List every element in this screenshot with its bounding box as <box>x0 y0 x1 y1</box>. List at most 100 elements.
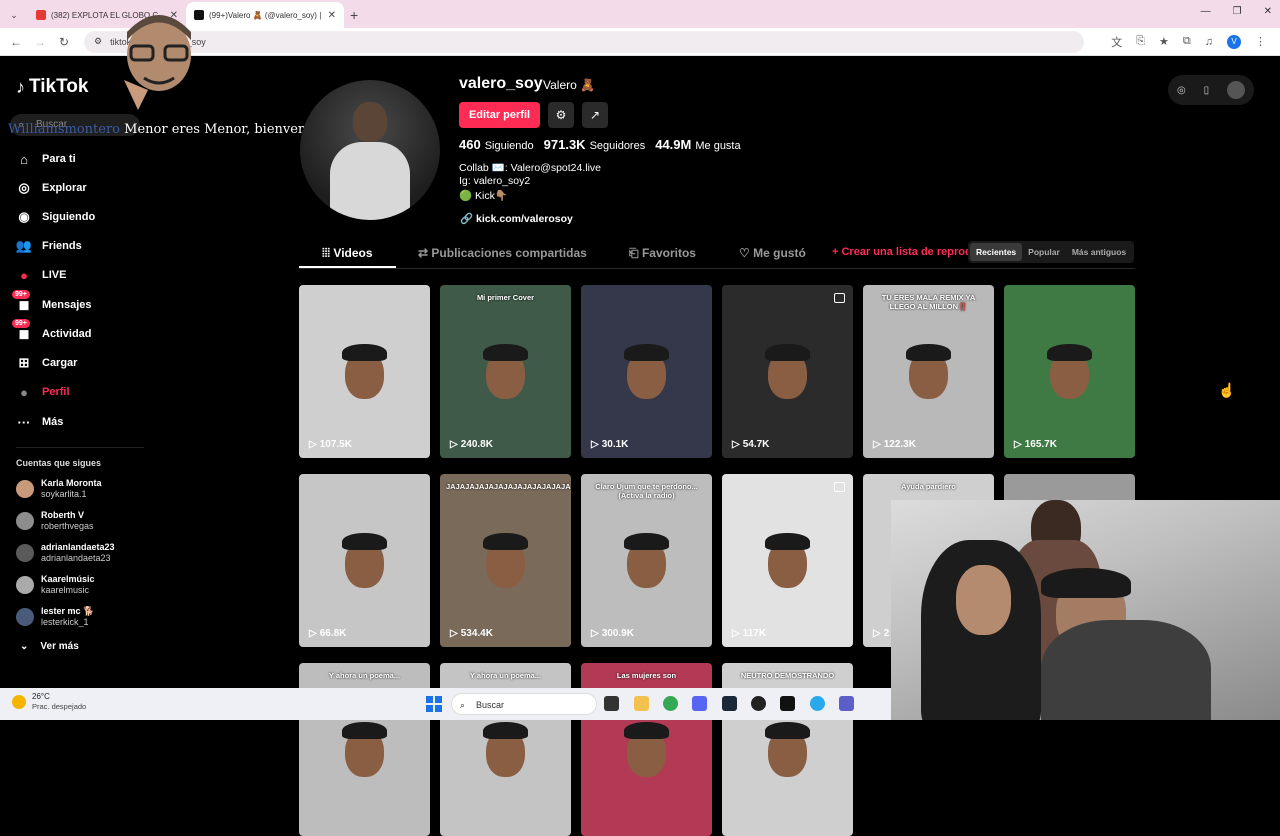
sidebar-item-siguiendo[interactable]: ◉ Siguiendo <box>16 209 95 225</box>
play-icon: ▷ <box>309 439 317 450</box>
windows-start-icon[interactable] <box>426 696 442 712</box>
discord-icon[interactable] <box>692 696 707 711</box>
cast-icon[interactable]: ⎘ <box>1136 35 1145 48</box>
tiktok-logo[interactable]: ♪ TikTok <box>16 76 88 98</box>
see-more-label: Ver más <box>40 641 79 652</box>
sidebar-item-para-ti[interactable]: ⌂ Para ti <box>16 151 76 167</box>
avatar <box>16 544 34 562</box>
followed-account[interactable]: adrianlandaeta23 adrianlandaeta23 <box>16 542 115 564</box>
sidebar-item-cargar[interactable]: ⊞ Cargar <box>16 355 78 371</box>
tab-list-chevron-icon[interactable]: ⌄ <box>0 2 28 28</box>
video-card[interactable]: ▷ 165.7K <box>1004 285 1135 458</box>
stat-value: 44.9M <box>655 137 692 152</box>
view-count: ▷ 66.8K <box>309 628 346 639</box>
sidebar-item-friends[interactable]: 👥 Friends <box>16 238 82 254</box>
see-more-button[interactable]: ⌄ Ver más <box>20 641 79 652</box>
messages-glyph: ◼ <box>18 297 30 312</box>
browser-profile-avatar[interactable]: V <box>1227 34 1241 49</box>
sidebar-item-actividad[interactable]: ◼ 99+ Actividad <box>12 319 92 342</box>
chevron-down-icon: ⌄ <box>20 641 29 652</box>
followed-account[interactable]: Roberth Vroberthvegas <box>16 510 94 532</box>
media-icon[interactable]: ♫ <box>1205 36 1213 48</box>
extension-icons: 文 ⎘ ★ ⧉ ♫ V ⋮ <box>1111 34 1280 50</box>
stat-following[interactable]: 460 Siguiendo <box>459 137 534 152</box>
telegram-icon[interactable] <box>810 696 825 711</box>
profile-avatar[interactable] <box>300 80 440 220</box>
video-card[interactable]: ▷ 66.8K <box>299 474 430 647</box>
search-icon: ⌕ <box>460 700 466 710</box>
share-icon[interactable]: ↗ <box>582 102 608 128</box>
new-tab-button[interactable]: + <box>350 2 358 28</box>
bookmark-star-icon[interactable]: ★ <box>1159 35 1169 48</box>
menu-icon[interactable]: ⋮ <box>1255 35 1266 48</box>
profile-icon: ● <box>20 384 28 400</box>
sidebar-item-perfil[interactable]: ● Perfil <box>16 384 70 400</box>
video-card[interactable]: ▷ 54.7K <box>722 285 853 458</box>
video-card[interactable]: ▷ 117K <box>722 474 853 647</box>
tab-shared-posts[interactable]: ⇄ Publicaciones compartidas <box>418 246 587 260</box>
view-count: ▷ 165.7K <box>1014 439 1057 450</box>
video-card[interactable]: ▷ 107.5K <box>299 285 430 458</box>
followed-account[interactable]: Kaarelmúsic kaarelmusic <box>16 574 95 596</box>
video-card[interactable]: JAJAJAJAJAJAJAJAJAJAJAJAJAJAJAJAJAJAJAJA… <box>440 474 571 647</box>
user-avatar-icon[interactable] <box>1227 81 1246 99</box>
sidebar-item-live[interactable]: ● LIVE <box>16 267 66 283</box>
sidebar-item-mas[interactable]: ··· Más <box>16 414 64 430</box>
sort-recent[interactable]: Recientes <box>970 243 1023 261</box>
weather-widget[interactable]: 26°C Prac. despejado <box>12 692 86 712</box>
coins-icon[interactable]: ◎ <box>1177 85 1186 96</box>
person-face <box>956 565 1011 635</box>
url-field[interactable]: ⚙ tiktok.com/@valero_soy <box>84 30 1084 53</box>
sort-popular[interactable]: Popular <box>1022 243 1066 261</box>
play-icon: ▷ <box>591 628 599 639</box>
reload-icon[interactable]: ↻ <box>52 35 76 49</box>
tiktok-app-icon[interactable] <box>780 696 795 711</box>
thumbnail-hair <box>483 343 528 362</box>
settings-icon[interactable]: ⚙ <box>548 102 574 128</box>
divider <box>16 447 144 448</box>
play-icon: ▷ <box>732 439 740 450</box>
restore-icon[interactable]: ❐ <box>1233 6 1242 17</box>
bio-link[interactable]: 🔗 kick.com/valerosoy <box>460 212 573 225</box>
task-view-icon[interactable] <box>604 696 619 711</box>
sidebar-item-label: Para ti <box>42 153 76 165</box>
video-caption: Y ahora un poema... <box>469 671 542 680</box>
site-info-icon[interactable]: ⚙ <box>94 36 102 47</box>
sort-oldest[interactable]: Más antiguos <box>1066 243 1132 261</box>
followed-account[interactable]: Karla Moronta soykarlita.1 <box>16 478 102 500</box>
view-count: ▷ 300.9K <box>591 628 634 639</box>
teams-icon[interactable] <box>839 696 854 711</box>
app-icon[interactable] <box>751 696 766 711</box>
minimize-icon[interactable]: — <box>1201 6 1211 17</box>
sidebar-item-label: Perfil <box>42 386 70 398</box>
stat-label: Me gusta <box>695 140 741 152</box>
tab-liked[interactable]: ♡ Me gustó <box>739 246 806 260</box>
tab-videos[interactable]: ⦙⦙⦙ Videos <box>322 246 373 261</box>
sidebar-item-explorar[interactable]: ◎ Explorar <box>16 180 86 196</box>
video-card[interactable]: Mi primer Cover ▷ 240.8K <box>440 285 571 458</box>
close-tab-icon[interactable]: ✕ <box>328 10 336 21</box>
stat-followers[interactable]: 971.3K Seguidores <box>544 137 646 152</box>
file-explorer-icon[interactable] <box>634 696 649 711</box>
translate-icon[interactable]: 文 <box>1111 34 1122 50</box>
account-user: lesterkick_1 <box>41 617 89 627</box>
person-body-2 <box>1041 620 1211 720</box>
chrome-icon[interactable] <box>663 696 678 711</box>
play-icon: ▷ <box>309 628 317 639</box>
video-card[interactable]: Claro Ujum que te perdono... (Activa la … <box>581 474 712 647</box>
extensions-icon[interactable]: ⧉ <box>1183 35 1191 48</box>
browser-tab-tiktok[interactable]: (99+)Valero 🧸 (@valero_soy) | ✕ <box>186 2 344 28</box>
steam-icon[interactable] <box>722 696 737 711</box>
taskbar-search-input[interactable]: ⌕ Buscar <box>451 693 597 715</box>
sidebar-item-mensajes[interactable]: ◼ 99+ Mensajes <box>12 290 92 313</box>
back-icon[interactable]: ← <box>4 35 28 49</box>
device-icon[interactable]: ▯ <box>1204 85 1210 96</box>
edit-profile-button[interactable]: Editar perfil <box>459 102 540 128</box>
video-card[interactable]: ▷ 30.1K <box>581 285 712 458</box>
forward-icon[interactable]: → <box>28 35 52 49</box>
close-window-icon[interactable]: ✕ <box>1264 6 1272 17</box>
followed-account[interactable]: lester mc 🐕 lesterkick_1 <box>16 606 94 628</box>
video-card[interactable]: TU ERES MALA REMIX YA LLEGO AL MILLON‼️ ▷… <box>863 285 994 458</box>
tab-title: (99+)Valero 🧸 (@valero_soy) | <box>209 10 322 20</box>
tab-favorites[interactable]: ⎗ Favoritos <box>629 246 696 261</box>
